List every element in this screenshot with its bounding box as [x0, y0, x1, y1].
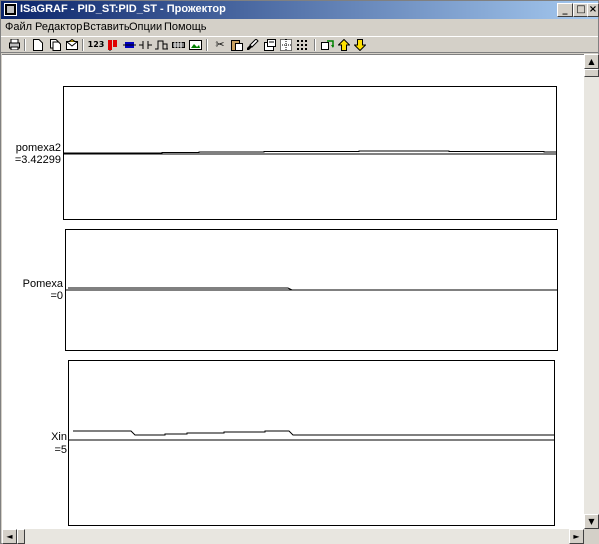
contact-icon[interactable] [138, 38, 152, 51]
menu-insert[interactable]: Вставить [83, 21, 130, 33]
vertical-scroll-thumb[interactable] [584, 69, 599, 77]
menu-file[interactable]: Файл [5, 21, 32, 33]
properties-icon[interactable] [263, 38, 277, 51]
scrollbar-corner [584, 529, 599, 544]
toolbar-separator [24, 39, 26, 51]
cut-icon[interactable]: ✂ [213, 38, 227, 51]
trace-pomexa2 [64, 150, 556, 155]
close-button[interactable]: × [587, 3, 599, 17]
toolbar-separator [206, 39, 208, 51]
menu-options[interactable]: Опции [129, 21, 162, 33]
plot-variable-name: pomexa2 [15, 142, 61, 154]
trace-xin [69, 430, 554, 441]
plot-panel-xin[interactable] [68, 360, 555, 526]
toolbar: 123 ✂ [1, 36, 598, 53]
window-title: ISaGRAF - PID_ST:PID_ST - Прожектор [20, 3, 226, 15]
minimize-button[interactable]: _ [557, 3, 573, 17]
dots-grid-icon[interactable] [295, 38, 309, 51]
plot-variable-name: Pomexa [22, 278, 63, 290]
menu-bar: Файл Редактор Вставить Опции Помощь [1, 19, 598, 36]
block-icon[interactable] [171, 38, 185, 51]
trace-pomexa [66, 287, 557, 291]
title-bar[interactable]: ISaGRAF - PID_ST:PID_ST - Прожектор _ □ … [1, 1, 599, 19]
plot-panel-pomexa[interactable] [65, 229, 558, 351]
plot-panel-pomexa2[interactable] [63, 86, 557, 220]
plot-variable-value: =5 [54, 444, 67, 456]
scroll-up-button[interactable]: ▲ [584, 54, 599, 69]
plot-variable-name: Xin [51, 431, 67, 443]
print-icon[interactable] [7, 38, 21, 51]
signal-line [73, 430, 554, 436]
horizontal-scrollbar[interactable]: ◄ ► [2, 529, 584, 544]
plot-variable-value: =0 [50, 290, 63, 302]
brush-icon[interactable] [246, 38, 260, 51]
horizontal-scroll-thumb[interactable] [17, 529, 25, 544]
app-window: ISaGRAF - PID_ST:PID_ST - Прожектор _ □ … [0, 0, 599, 544]
new-icon[interactable] [31, 38, 45, 51]
toolbar-separator [82, 39, 84, 51]
down-arrow-icon[interactable] [353, 38, 367, 51]
scroll-left-button[interactable]: ◄ [2, 529, 17, 544]
image-icon[interactable] [188, 38, 202, 51]
refresh-icon[interactable] [320, 38, 334, 51]
number-icon[interactable]: 123 [88, 38, 105, 51]
spy-view-area[interactable]: pomexa2 =3.42299 Pomexa =0 Xin =5 [2, 54, 584, 529]
plot-variable-value: =3.42299 [14, 154, 61, 166]
red-tool-icon[interactable] [106, 38, 120, 51]
scroll-down-button[interactable]: ▼ [584, 514, 599, 529]
mail-icon[interactable] [65, 38, 79, 51]
toolbar-separator [314, 39, 316, 51]
pulse-icon[interactable] [154, 38, 168, 51]
blue-tool-icon[interactable] [122, 38, 136, 51]
signal-line [64, 150, 556, 154]
up-arrow-icon[interactable] [337, 38, 351, 51]
isagraf-app-icon[interactable] [4, 3, 17, 16]
menu-editor[interactable]: Редактор [35, 21, 82, 33]
grid-icon[interactable] [279, 38, 293, 51]
menu-help[interactable]: Помощь [164, 21, 207, 33]
paste-icon[interactable] [230, 38, 244, 51]
scroll-right-button[interactable]: ► [569, 529, 584, 544]
vertical-scrollbar[interactable]: ▲ ▼ [584, 54, 599, 529]
copy-doc-icon[interactable] [48, 38, 62, 51]
